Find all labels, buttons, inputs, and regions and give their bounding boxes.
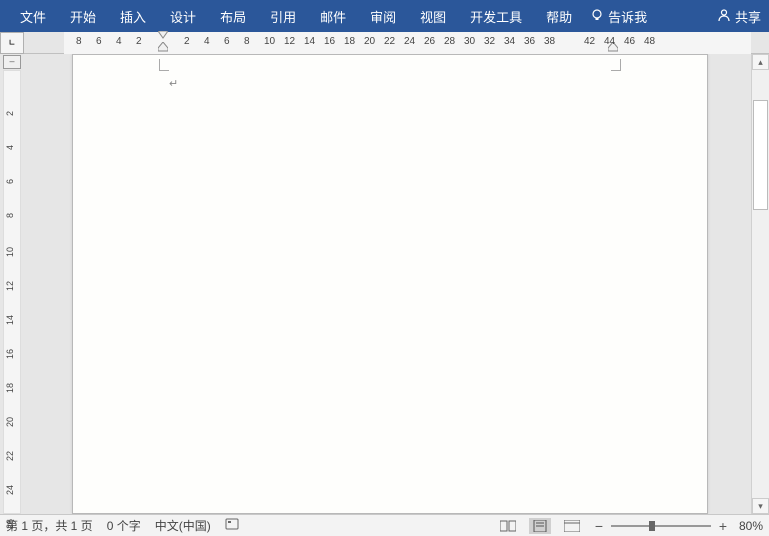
ruler-tick: 36 [524,36,535,47]
horizontal-ruler-area: ∟ 86422468101214161820222426283032343638… [0,32,769,54]
tab-design[interactable]: 设计 [158,0,208,32]
ruler-tick: 16 [324,36,335,47]
tab-layout[interactable]: 布局 [208,0,258,32]
zoom-track[interactable] [611,525,711,527]
tab-help[interactable]: 帮助 [534,0,584,32]
ruler-tick: 34 [504,36,515,47]
left-indent-marker[interactable] [158,42,168,52]
ruler-tick: 22 [5,451,15,461]
collapse-ribbon-button[interactable]: – [3,55,21,69]
ruler-tick: 2 [136,36,142,47]
tell-me-search[interactable]: 告诉我 [590,7,647,26]
first-line-indent-marker[interactable] [158,31,168,41]
print-layout-button[interactable] [529,518,551,534]
vertical-scrollbar[interactable]: ▴ ▾ [751,54,769,514]
zoom-in-button[interactable]: + [717,518,729,534]
ruler-tick: 26 [424,36,435,47]
ruler-tick: 10 [264,36,275,47]
ruler-tick: 46 [624,36,635,47]
zoom-slider: − + [593,518,729,534]
vertical-ruler[interactable]: 2468101214161820222426 [3,70,21,514]
ruler-tick: 20 [364,36,375,47]
workspace: – 2468101214161820222426 ↵ ▴ ▾ [0,54,769,514]
word-count-status[interactable]: 0 个字 [107,517,141,534]
zoom-thumb[interactable] [649,521,655,531]
statusbar-right: − + 80% [497,518,763,534]
share-icon [717,8,731,25]
scroll-up-button[interactable]: ▴ [752,54,769,70]
language-status[interactable]: 中文(中国) [155,517,211,534]
ruler-tick: 42 [584,36,595,47]
ruler-tick: 16 [5,349,15,359]
tab-developer[interactable]: 开发工具 [458,0,534,32]
ruler-tick: 28 [444,36,455,47]
ruler-tick: 18 [5,383,15,393]
share-label: 共享 [735,7,761,26]
ruler-tick: 24 [5,485,15,495]
scroll-thumb[interactable] [753,100,768,210]
ruler-tick: 20 [5,417,15,427]
ruler-tick: 2 [184,36,190,47]
scroll-down-button[interactable]: ▾ [752,498,769,514]
read-mode-button[interactable] [497,518,519,534]
margin-corner-top-left [159,59,169,71]
zoom-percent[interactable]: 80% [739,519,763,533]
ruler-tick: 48 [644,36,655,47]
ruler-tick: 4 [204,36,210,47]
ruler-tick: 14 [5,315,15,325]
web-layout-button[interactable] [561,518,583,534]
status-bar: 第 1 页，共 1 页 0 个字 中文(中国) − + 80% [0,514,769,536]
margin-corner-top-right [611,59,621,71]
ruler-tick: 6 [96,36,102,47]
ruler-tick: 4 [116,36,122,47]
ruler-tick: 6 [224,36,230,47]
tab-file[interactable]: 文件 [8,0,58,32]
ruler-tick: 26 [5,519,15,529]
tab-selector[interactable]: ∟ [0,32,24,54]
ruler-tick: 12 [284,36,295,47]
scroll-track[interactable] [752,70,769,498]
ruler-tick: 32 [484,36,495,47]
macro-recorder-icon[interactable] [225,517,239,534]
document-page[interactable]: ↵ [72,54,708,514]
ribbon-tabs: 文件 开始 插入 设计 布局 引用 邮件 审阅 视图 开发工具 帮助 告诉我 共… [0,0,769,32]
tab-references[interactable]: 引用 [258,0,308,32]
tab-home[interactable]: 开始 [58,0,108,32]
ruler-tick: 4 [5,145,15,150]
ruler-tick: 24 [404,36,415,47]
ruler-tick: 6 [5,179,15,184]
ruler-tick: 12 [5,281,15,291]
page-number-status[interactable]: 第 1 页，共 1 页 [6,517,93,534]
lightbulb-icon [590,8,604,25]
ruler-tick: 22 [384,36,395,47]
tab-insert[interactable]: 插入 [108,0,158,32]
ruler-tick: 18 [344,36,355,47]
ruler-tick: 10 [5,247,15,257]
tab-view[interactable]: 视图 [408,0,458,32]
tab-mailings[interactable]: 邮件 [308,0,358,32]
ruler-gap [751,32,769,53]
horizontal-ruler[interactable]: 8642246810121416182022242628303234363842… [64,32,751,54]
paragraph-mark-icon: ↵ [169,77,178,90]
document-area[interactable]: ↵ [24,54,751,514]
ruler-tick: 2 [5,111,15,116]
ruler-tick: 30 [464,36,475,47]
share-button[interactable]: 共享 [717,7,761,26]
ruler-tick: 14 [304,36,315,47]
vertical-ruler-area: – 2468101214161820222426 [0,54,24,514]
tab-review[interactable]: 审阅 [358,0,408,32]
ruler-tick: 38 [544,36,555,47]
zoom-out-button[interactable]: − [593,518,605,534]
ruler-tick: 8 [76,36,82,47]
tell-me-label: 告诉我 [608,7,647,26]
ruler-tick: 8 [5,213,15,218]
ruler-tick: 8 [244,36,250,47]
ruler-tick: 44 [604,36,615,47]
